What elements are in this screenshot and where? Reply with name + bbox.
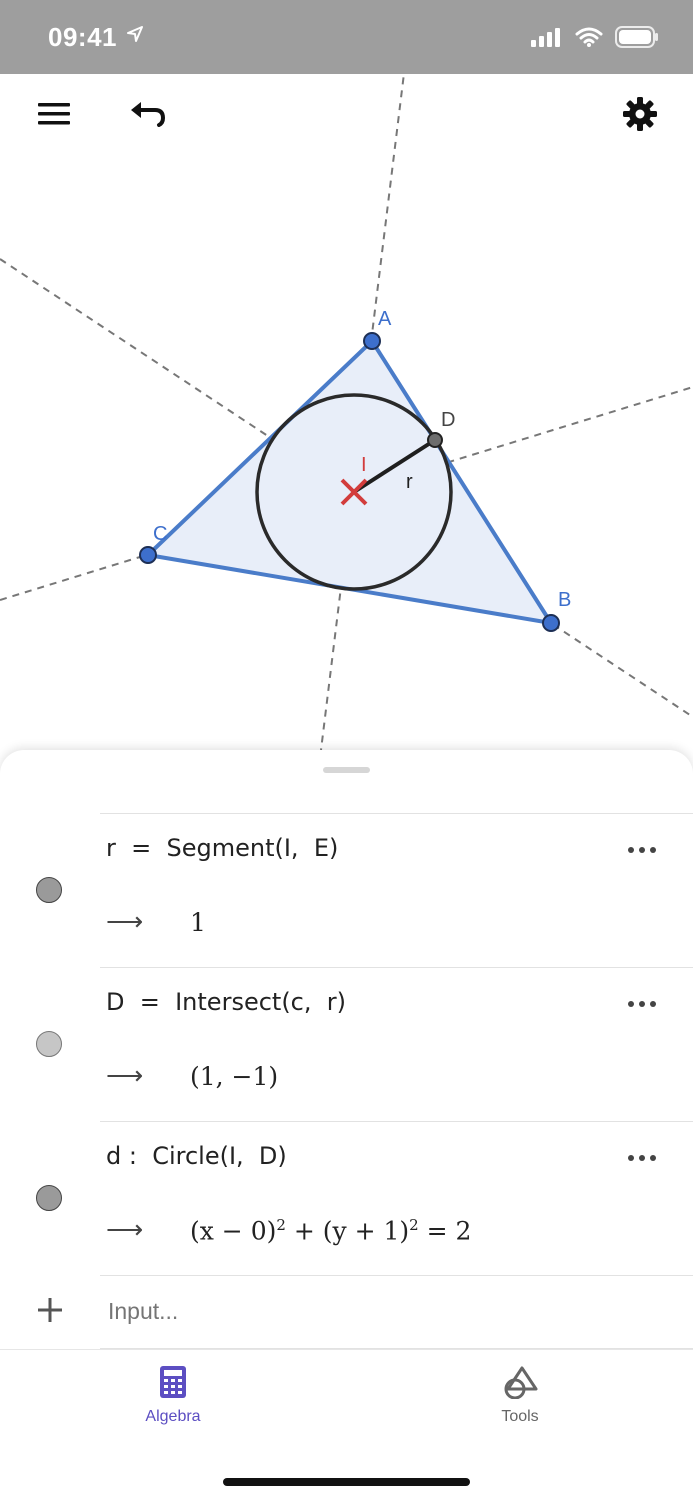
label-i: I xyxy=(361,454,367,476)
settings-button[interactable] xyxy=(620,94,660,134)
signal-icon xyxy=(531,27,563,52)
home-indicator[interactable] xyxy=(223,1478,470,1486)
wifi-icon xyxy=(575,27,603,52)
visibility-toggle[interactable] xyxy=(36,877,62,903)
label-c: C xyxy=(153,523,167,545)
more-options-button[interactable] xyxy=(627,1148,657,1168)
add-button[interactable] xyxy=(36,1296,64,1324)
exponent: 2 xyxy=(409,1216,419,1234)
result-arrow: ⟶ xyxy=(106,1060,144,1090)
value-part: (x − 0) xyxy=(190,1216,277,1246)
value: (1, −1) xyxy=(190,1062,279,1091)
ellipsis-icon xyxy=(628,847,656,853)
more-options-button[interactable] xyxy=(627,840,657,860)
result-arrow: ⟶ xyxy=(106,1214,144,1244)
status-bar: 09:41 xyxy=(0,0,693,74)
hamburger-icon xyxy=(38,103,70,125)
point-c[interactable] xyxy=(139,546,157,564)
tab-tools[interactable]: Tools xyxy=(460,1365,580,1435)
value-part: = 2 xyxy=(418,1216,472,1246)
tab-algebra[interactable]: Algebra xyxy=(113,1365,233,1435)
exponent: 2 xyxy=(276,1216,286,1234)
battery-icon xyxy=(615,26,659,53)
calculator-icon xyxy=(160,1366,186,1398)
algebra-row-r[interactable]: r = Segment(I, E) ⟶ 1 xyxy=(0,814,693,968)
status-time: 09:41 xyxy=(48,22,117,52)
label-r: r xyxy=(406,471,413,493)
label-d: D xyxy=(441,409,455,431)
definition[interactable]: D = Intersect(c, r) xyxy=(106,988,346,1016)
graphics-canvas[interactable]: A B C D I r xyxy=(0,0,693,774)
input-bar[interactable] xyxy=(108,1298,608,1325)
undo-icon xyxy=(131,102,166,127)
algebra-row-d-point[interactable]: D = Intersect(c, r) ⟶ (1, −1) xyxy=(0,968,693,1122)
label-b: B xyxy=(558,589,571,611)
shapes-icon xyxy=(504,1366,538,1400)
gear-icon xyxy=(623,97,657,131)
definition[interactable]: r = Segment(I, E) xyxy=(106,834,338,862)
definition[interactable]: d : Circle(I, D) xyxy=(106,1142,287,1170)
status-indicators xyxy=(531,26,659,53)
tab-label: Tools xyxy=(501,1408,539,1425)
panel-drag-handle[interactable] xyxy=(323,767,370,773)
point-a[interactable] xyxy=(363,332,381,350)
ellipsis-icon xyxy=(628,1155,656,1161)
value: 1 xyxy=(190,908,206,937)
algebra-row-d-circle[interactable]: d : Circle(I, D) ⟶ (x − 0)2 + (y + 1)2 =… xyxy=(0,1122,693,1276)
ellipsis-icon xyxy=(628,1001,656,1007)
label-a: A xyxy=(378,308,392,330)
plus-icon xyxy=(38,1298,62,1322)
result-arrow: ⟶ xyxy=(106,906,144,936)
tab-label: Algebra xyxy=(145,1408,201,1425)
undo-button[interactable] xyxy=(128,96,168,132)
geometry-drawing[interactable]: A B C D I r xyxy=(0,0,693,774)
visibility-toggle[interactable] xyxy=(36,1031,62,1057)
value: (x − 0)2 + (y + 1)2 = 2 xyxy=(190,1216,471,1245)
visibility-toggle[interactable] xyxy=(36,1185,62,1211)
value-part: + (y + 1) xyxy=(285,1216,410,1246)
point-b[interactable] xyxy=(542,614,560,632)
menu-button[interactable] xyxy=(36,96,72,132)
location-icon xyxy=(126,25,144,48)
point-d[interactable] xyxy=(427,432,443,448)
more-options-button[interactable] xyxy=(627,994,657,1014)
triangle-abc[interactable] xyxy=(146,339,553,625)
